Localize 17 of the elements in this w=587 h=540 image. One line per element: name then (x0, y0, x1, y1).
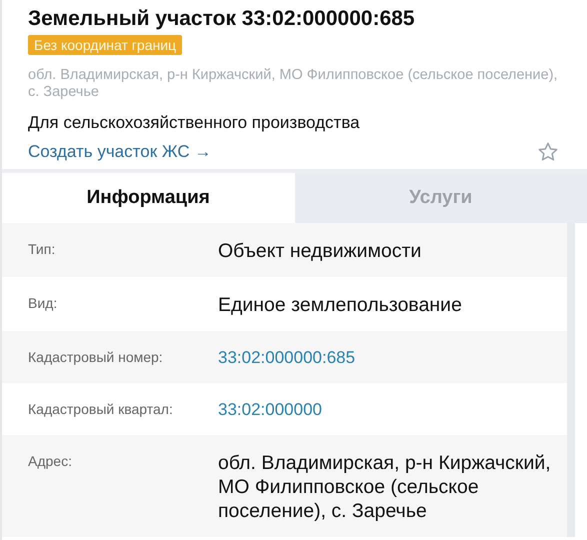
create-parcel-link[interactable]: Создать участок ЖС → (28, 142, 212, 162)
land-purpose: Для сельскохозяйственного производства (28, 113, 361, 133)
star-icon[interactable] (537, 141, 559, 163)
parcel-title: Земельный участок 33:02:000000:685 (28, 6, 416, 32)
tab[interactable]: Услуги (294, 173, 587, 223)
field-value: обл. Владимирская, р-н Киржачский, МО Филипповское (сельское поселение), с. Заречье (218, 451, 552, 523)
field-label: Кадастровый номер: (28, 348, 164, 367)
field-value: Единое землепользование (218, 293, 463, 317)
status-badge: Без координат границ (28, 35, 182, 55)
field-label: Тип: (28, 240, 56, 259)
field-label: Вид: (28, 294, 58, 313)
parcel-address: обл. Владимирская, р-н Киржачский, МО Филипповское (сельское поселение), с. Заречье (28, 67, 559, 101)
field-value-link[interactable]: 33:02:000000:685 (218, 347, 567, 369)
field-label: Адрес: (28, 452, 73, 471)
field-value-link[interactable]: 33:02:000000 (218, 399, 567, 421)
field-value: Объект недвижимости (218, 239, 422, 263)
field-label: Кадастровый квартал: (28, 400, 174, 419)
